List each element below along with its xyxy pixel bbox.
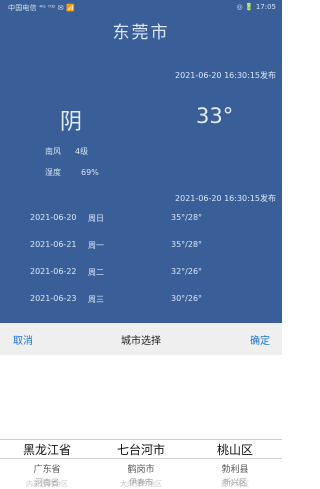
forecast-row: 2021-06-20 周日 35°/28° <box>0 205 282 231</box>
selection-divider-bottom <box>0 458 282 459</box>
status-bar: 中国电信 ⁴ᴳ ᴴᴰ ✉ 📶 ◎ 🔋 17:05 <box>0 0 282 14</box>
humidity-label: 湿度 <box>45 168 61 177</box>
forecast-row: 2021-06-22 周二 32°/26° <box>0 259 282 285</box>
forecast-row: 2021-06-21 周一 35°/28° <box>0 232 282 258</box>
humidity-value: 69% <box>81 168 99 177</box>
weather-condition: 阴 <box>60 110 83 135</box>
district-wheel-tail: 茄子河区 <box>188 355 282 488</box>
status-carrier: 中国电信 ⁴ᴳ ᴴᴰ ✉ 📶 <box>8 4 76 12</box>
forecast-date: 2021-06-23 <box>30 294 77 303</box>
forecast-date: 2021-06-20 <box>30 213 77 222</box>
humidity-row: 湿度 69% <box>45 167 99 178</box>
confirm-button[interactable]: 确定 <box>250 332 270 347</box>
forecast-temp: 35°/28° <box>171 213 203 222</box>
picker-toolbar: 取消 城市选择 确定 <box>0 323 282 356</box>
forecast-date: 2021-06-22 <box>30 267 77 276</box>
current-temperature: 33° <box>196 104 234 128</box>
city-title: 东莞市 <box>112 23 170 43</box>
forecast-row: 2021-06-23 周三 30°/26° <box>0 286 282 312</box>
forecast-date: 2021-06-21 <box>30 240 77 249</box>
publish-time-current: 2021-06-20 16:30:15发布 <box>175 71 276 80</box>
city-picker: 取消 城市选择 确定 黑龙江省 广东省 河南省 七台河市 鹤岗市 伊春市 桃山区… <box>0 323 282 488</box>
status-time: ◎ 🔋 17:05 <box>236 3 276 11</box>
province-option[interactable]: 内蒙古自治区 <box>0 479 94 489</box>
city-option[interactable]: 大兴安岭地区 <box>94 479 188 489</box>
forecast-weekday: 周日 <box>88 214 104 223</box>
wind-row: 南风 4级 <box>45 146 88 157</box>
picker-title: 城市选择 <box>121 336 161 347</box>
weather-panel: 中国电信 ⁴ᴳ ᴴᴰ ✉ 📶 ◎ 🔋 17:05 东莞市 2021-06-20 … <box>0 0 282 323</box>
wind-label: 南风 <box>45 147 61 156</box>
forecast-temp: 32°/26° <box>171 267 203 276</box>
picker-wheels[interactable]: 黑龙江省 广东省 河南省 七台河市 鹤岗市 伊春市 桃山区 勃利县 新兴区 内蒙… <box>0 355 282 488</box>
district-option[interactable]: 茄子河区 <box>188 479 282 489</box>
province-wheel-tail: 内蒙古自治区 <box>0 355 94 488</box>
wind-value: 4级 <box>75 147 89 156</box>
forecast-temp: 35°/28° <box>171 240 203 249</box>
forecast-weekday: 周三 <box>88 295 104 304</box>
city-wheel-tail: 大兴安岭地区 <box>94 355 188 488</box>
selection-divider-top <box>0 439 282 440</box>
publish-time-forecast: 2021-06-20 16:30:15发布 <box>175 194 276 203</box>
forecast-weekday: 周一 <box>88 241 104 250</box>
forecast-weekday: 周二 <box>88 268 104 277</box>
forecast-temp: 30°/26° <box>171 294 203 303</box>
